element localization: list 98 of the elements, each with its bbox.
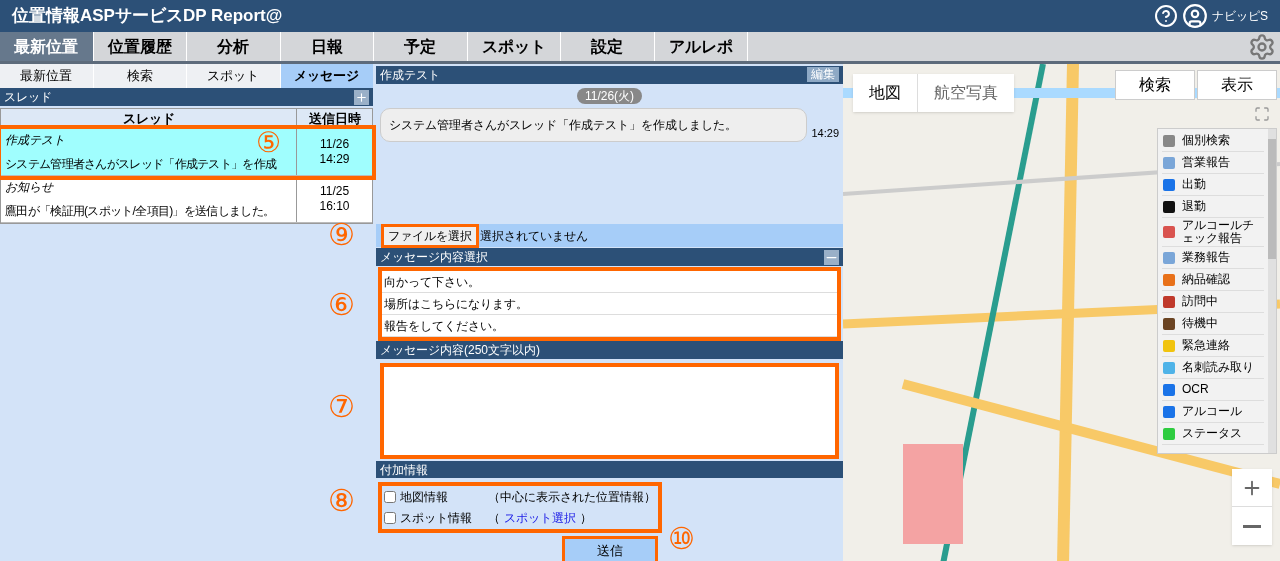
legend-label: 営業報告 (1182, 156, 1230, 169)
legend-label: アルコールチェック報告 (1182, 219, 1255, 245)
sub-tab[interactable]: 検索 (93, 64, 187, 88)
callout-number: ⑦ (328, 392, 355, 422)
section-title: スレッド (4, 91, 52, 103)
user-icon[interactable] (1182, 3, 1208, 29)
legend-label: アルコール (1182, 405, 1242, 418)
marker-icon (1162, 382, 1176, 397)
legend-item[interactable]: アルコールチェック報告 (1162, 218, 1264, 247)
section-title: 作成テスト (380, 68, 440, 81)
legend-label: 名刺読み取り (1182, 361, 1254, 374)
legend-label: 待機中 (1182, 317, 1218, 330)
legend-item[interactable]: 訪問中 (1162, 291, 1264, 313)
spot-select-link[interactable]: スポット選択 (504, 509, 576, 528)
legend-label: ステータス (1182, 427, 1242, 440)
legend-label: 退勤 (1182, 200, 1206, 213)
thread-message: システム管理者さんがスレッド「作成テスト」を作成 (5, 156, 277, 173)
collapse-button[interactable] (824, 249, 839, 265)
marker-icon (1162, 426, 1176, 441)
legend-item[interactable]: 営業報告 (1162, 152, 1264, 174)
marker-icon (1162, 294, 1176, 309)
minus-icon (1243, 524, 1261, 528)
marker-icon (1162, 199, 1176, 214)
legend-item[interactable]: 業務報告 (1162, 247, 1264, 269)
callout-number: ⑤ (256, 129, 282, 157)
callout-number: ⑧ (328, 486, 355, 516)
map-button[interactable]: 表示 (1197, 70, 1277, 100)
settings-icon[interactable] (1248, 32, 1276, 61)
legend-label: 出勤 (1182, 178, 1206, 191)
template-item[interactable]: 場所はこちらになります。 (382, 293, 837, 316)
legend-item[interactable]: 納品確認 (1162, 269, 1264, 291)
send-button[interactable]: 送信 (564, 539, 655, 561)
sub-tab[interactable]: 最新位置 (0, 64, 94, 88)
thread-message: 鷹田が「検証用(スポット/全項目)」を送信しました。 (5, 203, 275, 220)
marker-icon (1162, 133, 1176, 148)
option-note: （ (488, 510, 500, 528)
section-title: メッセージ内容選択 (380, 251, 488, 264)
map-type-tab[interactable]: 航空写真 (918, 74, 1014, 112)
thread-date: 11/26 (319, 137, 350, 152)
option-checkbox[interactable] (384, 512, 396, 525)
nav-tab[interactable]: 最新位置 (0, 32, 94, 61)
help-icon[interactable] (1154, 4, 1178, 28)
legend-label: 納品確認 (1182, 273, 1230, 286)
legend-label: OCR (1182, 383, 1209, 396)
map-button[interactable]: 検索 (1115, 70, 1195, 100)
callout-number: ⑥ (328, 290, 355, 320)
option-label: 地図情報 (400, 489, 449, 507)
template-item[interactable]: 向かって下さい。 (382, 271, 837, 294)
marker-icon (1162, 272, 1176, 287)
file-select-button[interactable]: ファイルを選択 (384, 226, 476, 245)
option-note: （中心に表示された位置情報） (488, 489, 656, 507)
legend-item[interactable]: 名刺読み取り (1162, 357, 1264, 379)
legend-item[interactable]: 出勤 (1162, 174, 1264, 196)
thread-title: お知らせ (5, 179, 53, 196)
scrollbar[interactable] (1268, 129, 1276, 453)
marker-icon (1162, 177, 1176, 192)
add-button[interactable] (354, 89, 369, 105)
section-title: メッセージ内容(250文字以内) (380, 343, 540, 356)
marker-icon (1162, 250, 1176, 265)
marker-icon (1162, 360, 1176, 375)
legend-label: 緊急連絡 (1182, 339, 1230, 352)
thread-date: 11/25 (319, 184, 350, 199)
callout-number: ⑩ (668, 524, 695, 554)
legend-item[interactable]: アルコール (1162, 401, 1264, 423)
legend-item[interactable]: 待機中 (1162, 313, 1264, 335)
marker-icon (1162, 225, 1176, 239)
option-note: ） (580, 510, 592, 528)
option-label: スポット情報 (400, 510, 473, 528)
marker-icon (1162, 155, 1176, 170)
app-title: 位置情報ASPサービスDP Report@ (12, 5, 283, 28)
thread-title: 作成テスト (5, 132, 65, 149)
message-time: 14:29 (811, 126, 839, 142)
marker-icon (1162, 338, 1176, 353)
legend-label: 訪問中 (1182, 295, 1218, 308)
map-panel[interactable]: 地図 航空写真 検索 表示 個別検索 営業報告 出勤 退勤 アルコールチェック報告 業務報告 納品確認 訪問中 待機中 緊急連絡 名刺読み取り OCR アルコール ステータス (843, 64, 1280, 561)
option-checkbox[interactable] (384, 491, 396, 504)
legend-label: 個別検索 (1182, 134, 1230, 147)
message-bubble: システム管理者さんがスレッド「作成テスト」を作成しました。 (380, 107, 808, 142)
legend-item[interactable]: ステータス (1162, 423, 1264, 445)
marker-icon (1162, 316, 1176, 331)
sub-tab[interactable]: メッセージ (280, 64, 373, 88)
sub-tab[interactable]: スポット (187, 64, 281, 88)
marker-icon (1162, 404, 1176, 419)
thread-time: 16:10 (319, 199, 350, 214)
user-name: ナビッピS (1212, 8, 1268, 25)
column-header: 送信日時 (307, 110, 362, 128)
thread-time: 14:29 (319, 152, 350, 167)
callout-number: ⑨ (328, 220, 355, 250)
legend-label: 業務報告 (1182, 251, 1230, 264)
date-pill: 11/26(火) (576, 87, 643, 104)
file-status: 選択されていません (480, 227, 588, 245)
section-title: 付加情報 (380, 463, 428, 476)
legend-item[interactable]: 退勤 (1162, 196, 1264, 218)
legend-item[interactable]: 個別検索 (1162, 130, 1264, 152)
legend-item[interactable]: OCR (1162, 379, 1264, 401)
legend-item[interactable]: 緊急連絡 (1162, 335, 1264, 357)
template-item[interactable]: 報告をしてください。 (382, 315, 837, 338)
map-type-tab[interactable]: 地図 (853, 74, 918, 112)
